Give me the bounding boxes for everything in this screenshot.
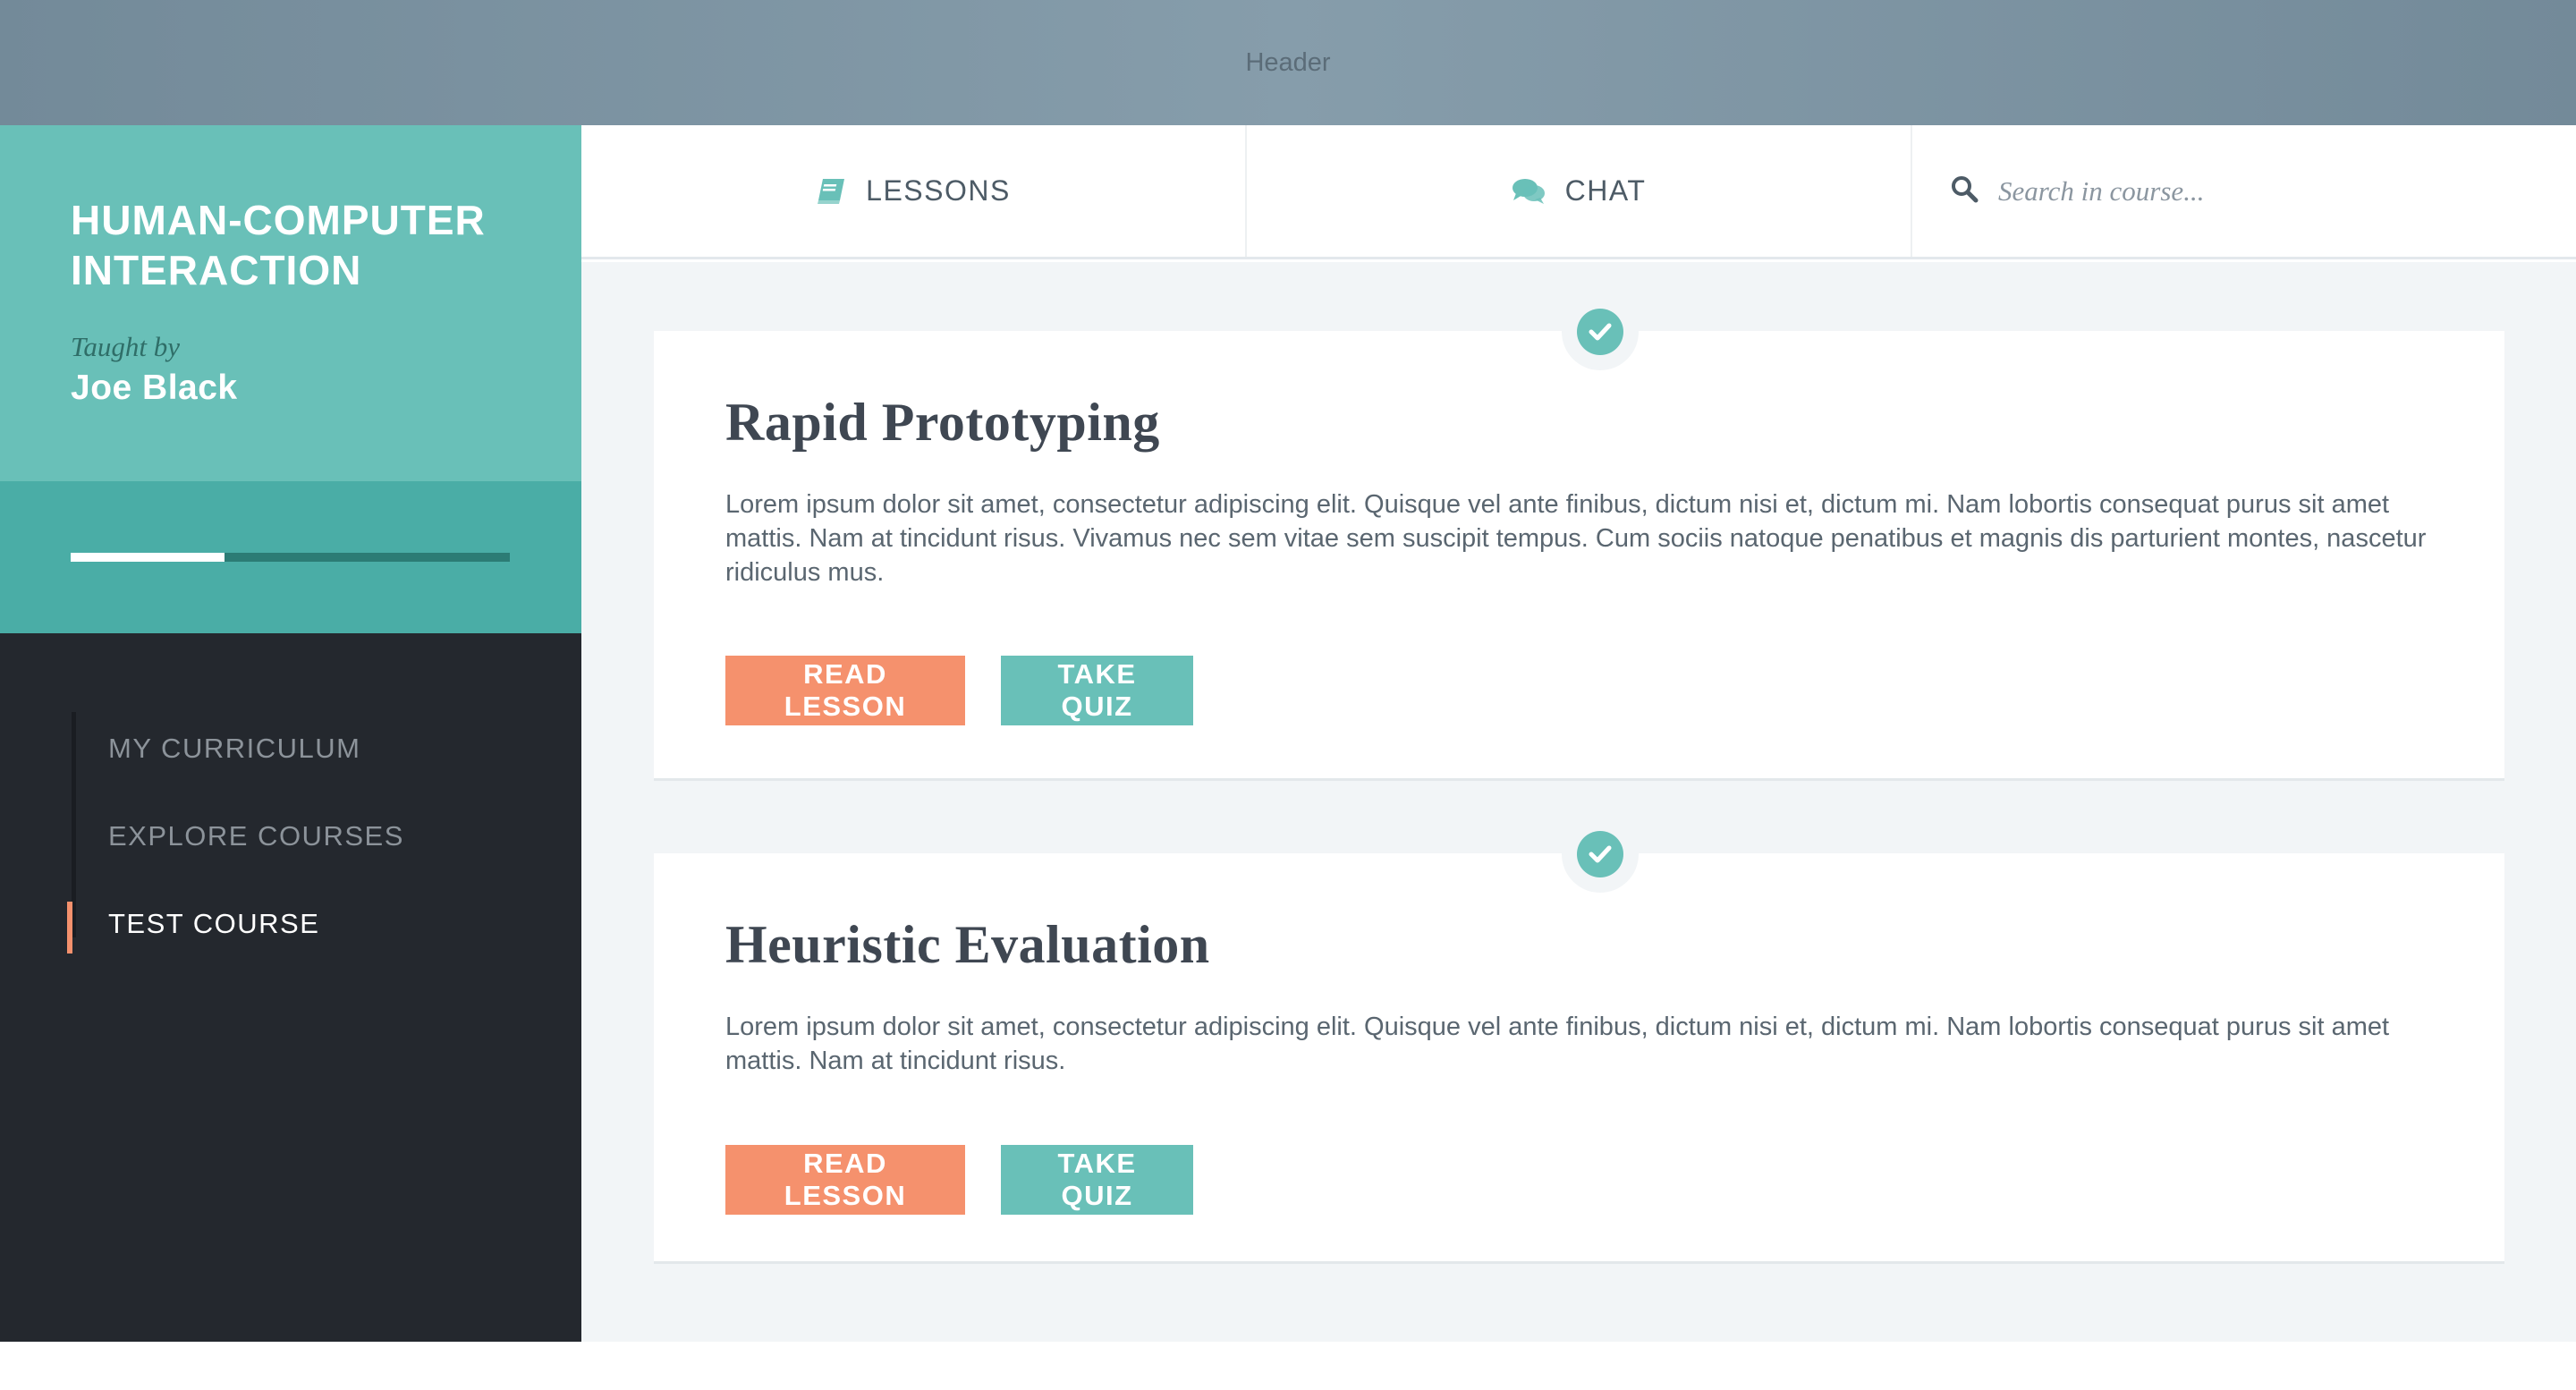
sidebar-item-label: MY CURRICULUM [108, 733, 361, 764]
progress-section [0, 481, 581, 633]
take-quiz-button[interactable]: TAKE QUIZ [1001, 1145, 1193, 1215]
search-box [1912, 125, 2576, 257]
course-progress-fill [71, 553, 225, 562]
completed-badge [1562, 293, 1639, 370]
lesson-card: Heuristic Evaluation Lorem ipsum dolor s… [654, 816, 2504, 1261]
chat-bubbles-icon [1512, 178, 1546, 205]
sidebar-item-explore-courses[interactable]: EXPLORE COURSES [0, 792, 581, 880]
take-quiz-button[interactable]: TAKE QUIZ [1001, 656, 1193, 725]
header-label: Header [1245, 47, 1331, 77]
lesson-description: Lorem ipsum dolor sit amet, consectetur … [725, 1013, 2390, 1075]
completed-badge [1562, 816, 1639, 893]
course-title: HUMAN-COMPUTER INTERACTION [71, 197, 486, 293]
search-input[interactable] [1998, 174, 2463, 208]
tab-chat[interactable]: CHAT [1247, 125, 1912, 257]
course-info: HUMAN-COMPUTER INTERACTION Taught by Joe… [0, 125, 581, 481]
page-bottom-area [0, 1342, 2576, 1390]
course-tabbar: LESSONS CHAT [581, 125, 2576, 259]
lessons-list: Rapid Prototyping Lorem ipsum dolor sit … [581, 262, 2576, 1342]
lesson-title: Rapid Prototyping [725, 393, 1160, 452]
lesson-actions: READ LESSON TAKE QUIZ [725, 656, 1193, 725]
teacher-name: Joe Black [71, 369, 238, 407]
app-header: Header [0, 0, 2576, 125]
sidebar: HUMAN-COMPUTER INTERACTION Taught by Joe… [0, 125, 581, 1342]
read-lesson-button[interactable]: READ LESSON [725, 656, 965, 725]
taught-by-label: Taught by [71, 331, 181, 362]
lesson-description: Lorem ipsum dolor sit amet, consectetur … [725, 490, 2427, 587]
checkmark-icon [1577, 309, 1623, 355]
sidebar-item-my-curriculum[interactable]: MY CURRICULUM [0, 705, 581, 792]
sidebar-item-test-course[interactable]: TEST COURSE [0, 880, 581, 968]
lesson-card: Rapid Prototyping Lorem ipsum dolor sit … [654, 293, 2504, 778]
lesson-title: Heuristic Evaluation [725, 915, 1210, 974]
sidebar-nav: MY CURRICULUM EXPLORE COURSES TEST COURS… [0, 633, 581, 968]
active-item-marker [67, 902, 72, 954]
sidebar-item-label: TEST COURSE [108, 908, 320, 939]
book-icon [816, 177, 846, 206]
checkmark-icon [1577, 831, 1623, 877]
tab-label: CHAT [1564, 174, 1647, 207]
tab-label: LESSONS [866, 174, 1011, 207]
tab-lessons[interactable]: LESSONS [581, 125, 1247, 257]
lesson-actions: READ LESSON TAKE QUIZ [725, 1145, 1193, 1215]
course-progress-bar [71, 553, 510, 562]
sidebar-item-label: EXPLORE COURSES [108, 820, 404, 852]
search-icon [1950, 174, 1979, 208]
read-lesson-button[interactable]: READ LESSON [725, 1145, 965, 1215]
